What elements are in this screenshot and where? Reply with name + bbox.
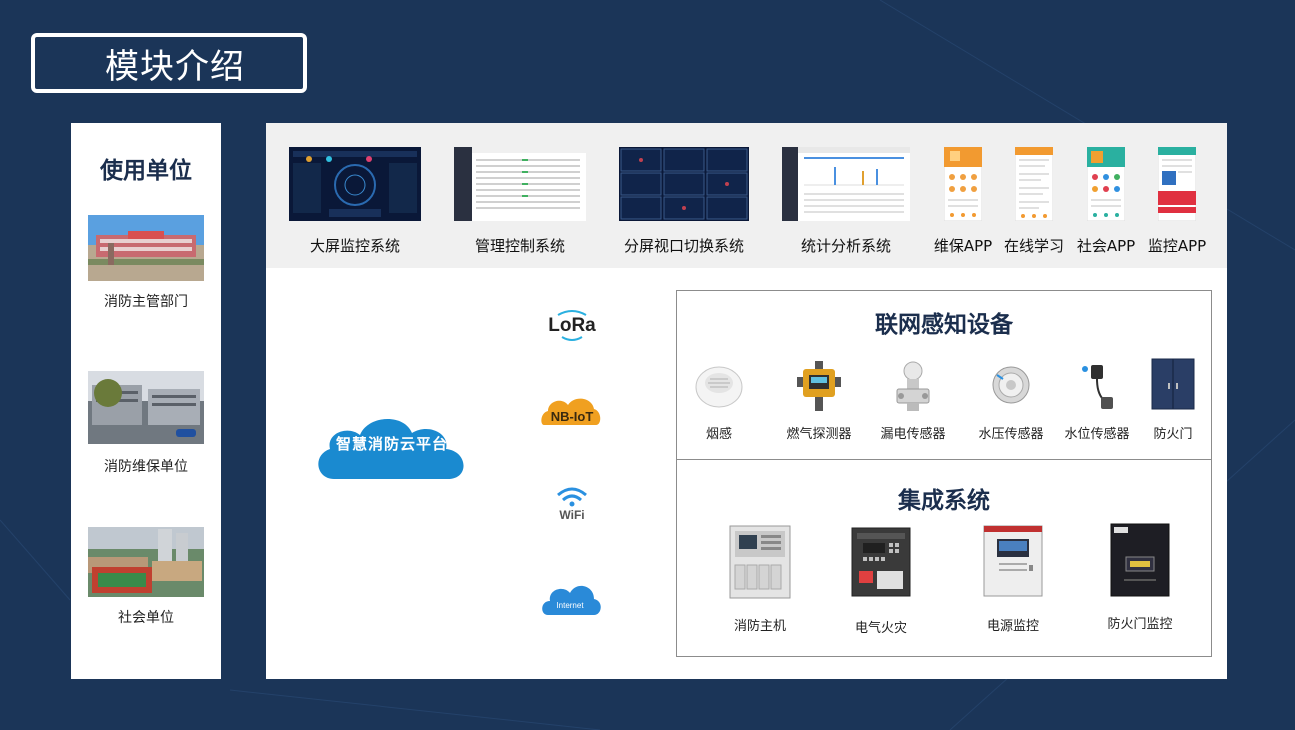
page-title: 模块介绍	[105, 46, 245, 87]
unit-social: 社会单位	[88, 527, 204, 627]
system-social-app: 社会APP	[1077, 147, 1135, 255]
cloud-platform: 智慧消防云平台	[312, 411, 472, 483]
system-label: 维保APP	[933, 237, 993, 255]
maintenance-app-thumbnail	[944, 147, 982, 221]
svg-text:LoRa: LoRa	[548, 315, 596, 336]
integrated-systems-title: 集成系统	[898, 488, 990, 514]
water-level-sensor-icon	[1075, 359, 1119, 413]
device-fire-door-monitor: 防火门监控	[1097, 523, 1183, 632]
page-title-box: 模块介绍	[31, 33, 307, 93]
device-label: 电源监控	[986, 619, 1039, 634]
wifi-icon: WiFi	[557, 487, 587, 522]
unit-label: 社会单位	[118, 610, 174, 626]
device-label: 电气火灾	[854, 621, 907, 636]
system-online-learning: 在线学习	[1004, 147, 1064, 255]
social-app-thumbnail	[1087, 147, 1125, 221]
system-label: 统计分析系统	[800, 237, 892, 255]
box-divider	[677, 459, 1211, 460]
system-management: 管理控制系统	[454, 147, 586, 255]
monitor-app-thumbnail	[1158, 147, 1196, 221]
maintenance-photo	[88, 371, 204, 444]
device-label: 烟感	[705, 427, 732, 442]
systems-band: 大屏监控系统 管理控制系统 分屏视口切换系统 统计分析系统 维保APP 在线学习…	[266, 123, 1227, 268]
main-diagram-panel: 大屏监控系统 管理控制系统 分屏视口切换系统 统计分析系统 维保APP 在线学习…	[266, 123, 1227, 679]
fire-authority-photo	[88, 215, 204, 281]
online-learning-thumbnail	[1015, 147, 1053, 221]
device-label: 漏电传感器	[880, 427, 946, 442]
power-monitor-icon	[983, 525, 1043, 597]
internet-icon: Internet	[542, 585, 601, 615]
system-label: 社会APP	[1076, 237, 1136, 255]
device-label: 防火门监控	[1107, 617, 1173, 632]
system-statistics: 统计分析系统	[782, 147, 910, 255]
system-bigscreen: 大屏监控系统	[289, 147, 421, 255]
user-units-panel: 使用单位 消防主管部门 消防维保单位 社会单位	[71, 123, 221, 679]
device-label: 防火门	[1153, 427, 1193, 442]
social-unit-photo	[88, 527, 204, 597]
unit-fire-authority: 消防主管部门	[88, 215, 204, 311]
protocol-internet: Internet	[540, 579, 604, 623]
system-maintenance-app: 维保APP	[934, 147, 992, 255]
statistics-thumbnail	[782, 147, 910, 221]
system-label: 监控APP	[1147, 237, 1207, 255]
devices-box: 联网感知设备 烟感 燃气探测器 漏电传感器 水压传感器 水位传感器 防火门 集成…	[676, 290, 1212, 657]
system-label: 在线学习	[1003, 237, 1065, 255]
fire-door-icon	[1150, 357, 1196, 411]
protocol-wifi: WiFi	[540, 483, 604, 527]
device-label: 水压传感器	[978, 427, 1044, 442]
svg-text:WiFi: WiFi	[559, 508, 584, 522]
device-fire-door: 防火门	[1143, 357, 1203, 442]
device-gas-detector: 燃气探测器	[779, 359, 859, 442]
user-units-title: 使用单位	[100, 158, 192, 184]
fire-host-icon	[729, 525, 791, 599]
management-thumbnail	[454, 147, 586, 221]
splitscreen-thumbnail	[619, 147, 749, 221]
sensing-devices-title: 联网感知设备	[875, 312, 1013, 338]
device-label: 水位传感器	[1064, 427, 1130, 442]
system-label: 管理控制系统	[474, 237, 566, 255]
svg-text:NB-IoT: NB-IoT	[551, 409, 594, 424]
nbiot-icon: NB-IoT	[541, 398, 601, 425]
unit-label: 消防主管部门	[104, 294, 188, 310]
cloud-platform-label: 智慧消防云平台	[335, 435, 448, 453]
device-leakage-sensor: 漏电传感器	[873, 359, 953, 442]
system-label: 大屏监控系统	[309, 237, 401, 255]
unit-label: 消防维保单位	[104, 459, 188, 475]
device-water-pressure-sensor: 水压传感器	[971, 359, 1051, 442]
water-pressure-sensor-icon	[989, 359, 1033, 413]
electrical-fire-icon	[851, 527, 911, 597]
lora-icon: LoRa	[548, 310, 596, 341]
device-fire-host: 消防主机	[717, 525, 803, 634]
svg-text:Internet: Internet	[556, 601, 584, 610]
fire-door-monitor-icon	[1110, 523, 1170, 597]
system-monitor-app: 监控APP	[1148, 147, 1206, 255]
system-label: 分屏视口切换系统	[623, 237, 745, 255]
device-smoke-detector: 烟感	[689, 359, 749, 442]
gas-detector-icon	[797, 359, 841, 413]
system-splitscreen: 分屏视口切换系统	[619, 147, 749, 255]
bigscreen-thumbnail	[289, 147, 421, 221]
unit-maintenance: 消防维保单位	[88, 371, 204, 476]
device-water-level-sensor: 水位传感器	[1057, 359, 1137, 442]
protocol-lora: LoRa	[540, 307, 604, 351]
device-power-monitor: 电源监控	[973, 525, 1053, 634]
protocol-nbiot: NB-IoT	[540, 393, 604, 433]
device-label: 消防主机	[733, 619, 786, 634]
device-label: 燃气探测器	[786, 427, 852, 442]
smoke-detector-icon	[694, 359, 744, 409]
device-electrical-fire: 电气火灾	[841, 527, 921, 636]
leakage-sensor-icon	[891, 359, 935, 413]
